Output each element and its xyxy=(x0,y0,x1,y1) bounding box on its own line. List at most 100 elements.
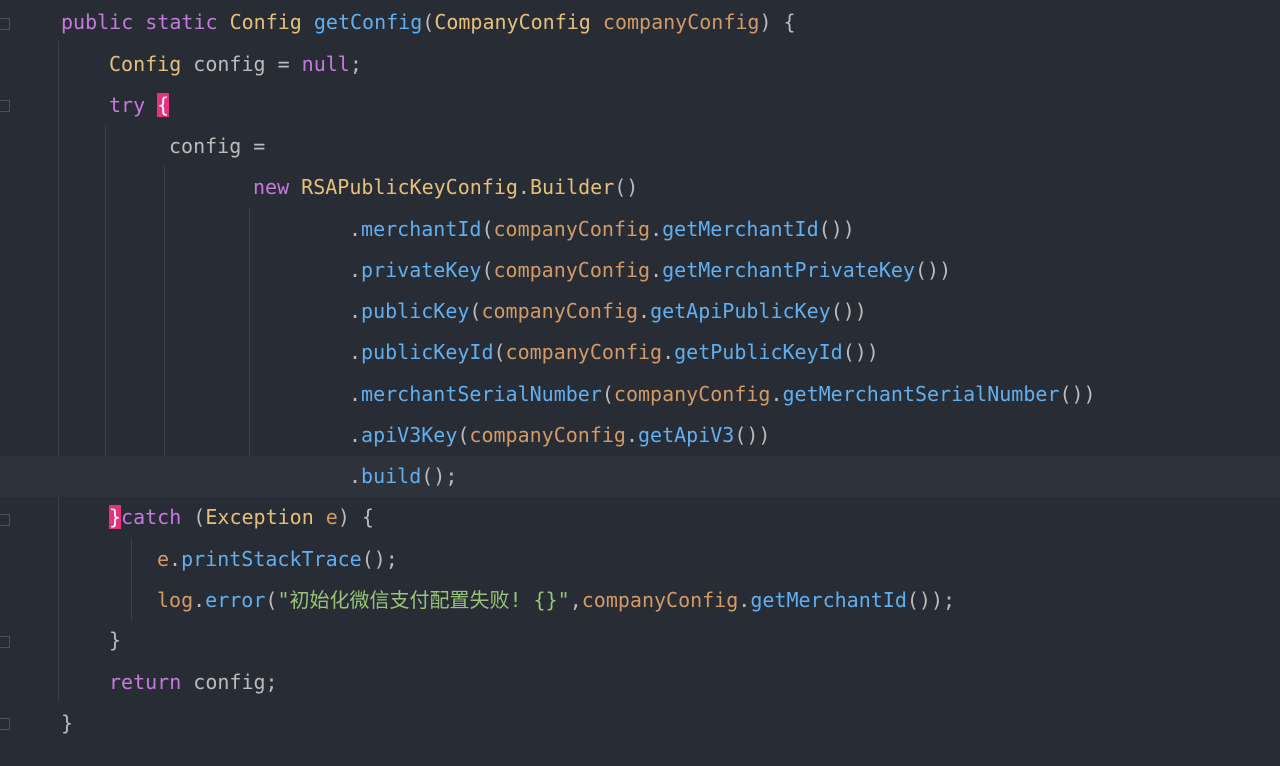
code-token: , xyxy=(569,588,582,612)
code-token: Config xyxy=(229,10,302,34)
code-token: Config xyxy=(109,52,182,76)
code-token: getApiV3 xyxy=(638,423,735,447)
code-token: . xyxy=(517,175,530,199)
code-token: ()) xyxy=(1059,382,1096,406)
code-text: config = xyxy=(169,126,265,167)
code-token: ( xyxy=(181,505,206,529)
code-token: . xyxy=(349,217,362,241)
code-token: public xyxy=(61,10,134,34)
code-token: ; xyxy=(349,52,362,76)
code-token: config = xyxy=(169,134,266,158)
code-token: . xyxy=(650,217,663,241)
code-line[interactable]: .merchantSerialNumber(companyConfig.getM… xyxy=(0,374,1280,415)
code-token: publicKeyId xyxy=(361,340,494,364)
code-token: . xyxy=(770,382,783,406)
code-token: getPublicKeyId xyxy=(674,340,843,364)
code-token: companyConfig xyxy=(581,588,739,612)
code-token: ( xyxy=(481,217,494,241)
code-token: (); xyxy=(421,464,458,488)
code-token: companyConfig xyxy=(505,340,663,364)
code-token: getConfig xyxy=(313,10,423,34)
code-token: ) { xyxy=(759,10,796,34)
code-token: ) { xyxy=(337,505,374,529)
code-line[interactable]: config = xyxy=(0,126,1280,167)
code-token: "初始化微信支付配置失败! {}" xyxy=(277,588,570,612)
code-text: .merchantSerialNumber(companyConfig.getM… xyxy=(349,374,1096,415)
code-line[interactable]: public static Config getConfig(CompanyCo… xyxy=(0,2,1280,43)
code-line[interactable]: e.printStackTrace(); xyxy=(0,539,1280,580)
code-token: (); xyxy=(361,547,398,571)
code-token: ()) xyxy=(914,258,952,282)
code-token: static xyxy=(145,10,218,34)
code-token: companyConfig xyxy=(613,382,771,406)
code-token: . xyxy=(349,340,362,364)
matched-brace: } xyxy=(109,505,122,529)
matched-brace: { xyxy=(157,93,170,117)
code-token: . xyxy=(349,382,362,406)
code-line[interactable]: .privateKey(companyConfig.getMerchantPri… xyxy=(0,250,1280,291)
code-token: printStackTrace xyxy=(181,547,362,571)
code-line[interactable]: .publicKey(companyConfig.getApiPublicKey… xyxy=(0,291,1280,332)
code-text: log.error("初始化微信支付配置失败! {}",companyConfi… xyxy=(157,580,955,621)
code-token: } xyxy=(109,628,122,652)
code-token: getMerchantId xyxy=(750,588,907,612)
code-token: apiV3Key xyxy=(361,423,458,447)
code-token: try xyxy=(109,93,146,117)
code-token: . xyxy=(169,547,182,571)
code-text: e.printStackTrace(); xyxy=(157,539,398,580)
code-token: () xyxy=(614,175,639,199)
code-line[interactable]: new RSAPublicKeyConfig.Builder() xyxy=(0,167,1280,208)
code-line-current[interactable]: .build(); xyxy=(0,456,1280,497)
code-token: ( xyxy=(493,340,506,364)
code-line[interactable]: log.error("初始化微信支付配置失败! {}",companyConfi… xyxy=(0,580,1280,621)
code-text: .apiV3Key(companyConfig.getApiV3()) xyxy=(349,415,770,456)
code-text: new RSAPublicKeyConfig.Builder() xyxy=(253,167,638,208)
code-token: ()) xyxy=(830,299,867,323)
code-text: .publicKey(companyConfig.getApiPublicKey… xyxy=(349,291,867,332)
code-token: getMerchantSerialNumber xyxy=(782,382,1060,406)
code-token: error xyxy=(205,588,266,612)
code-token: companyConfig xyxy=(493,217,651,241)
code-text: .merchantId(companyConfig.getMerchantId(… xyxy=(349,209,855,250)
code-line[interactable]: } xyxy=(0,703,1280,744)
code-token: return xyxy=(109,670,182,694)
code-token: . xyxy=(650,258,663,282)
code-text: } xyxy=(61,703,73,744)
code-token: companyConfig xyxy=(469,423,626,447)
code-token: getMerchantId xyxy=(662,217,819,241)
code-token: ( xyxy=(265,588,278,612)
code-line[interactable]: .merchantId(companyConfig.getMerchantId(… xyxy=(0,209,1280,250)
code-token: . xyxy=(193,588,206,612)
code-token: ( xyxy=(422,10,435,34)
code-line[interactable]: return config; xyxy=(0,662,1280,703)
code-line[interactable]: .publicKeyId(companyConfig.getPublicKeyI… xyxy=(0,332,1280,373)
code-token: . xyxy=(349,299,362,323)
code-token: null xyxy=(301,52,350,76)
code-token: log xyxy=(157,588,194,612)
code-token: config; xyxy=(181,670,278,694)
code-token: companyConfig xyxy=(602,10,760,34)
code-token: e xyxy=(325,505,338,529)
code-token: config = xyxy=(181,52,302,76)
code-text: }catch (Exception e) { xyxy=(109,497,374,538)
code-line[interactable]: }catch (Exception e) { xyxy=(0,497,1280,538)
code-text: try { xyxy=(109,85,170,126)
code-text: .build(); xyxy=(349,456,457,497)
code-token: merchantId xyxy=(361,217,482,241)
code-line[interactable]: Config config = null; xyxy=(0,44,1280,85)
code-token: ()) xyxy=(818,217,855,241)
code-token: ()) xyxy=(842,340,879,364)
code-text: .privateKey(companyConfig.getMerchantPri… xyxy=(349,250,951,291)
code-editor[interactable]: public static Config getConfig(CompanyCo… xyxy=(0,0,1280,766)
code-line[interactable]: .apiV3Key(companyConfig.getApiV3()) xyxy=(0,415,1280,456)
code-line[interactable]: try { xyxy=(0,85,1280,126)
code-token: . xyxy=(662,340,675,364)
code-token: merchantSerialNumber xyxy=(361,382,602,406)
code-line[interactable]: } xyxy=(0,620,1280,661)
code-token: Exception xyxy=(205,505,314,529)
code-token: ()) xyxy=(734,423,771,447)
